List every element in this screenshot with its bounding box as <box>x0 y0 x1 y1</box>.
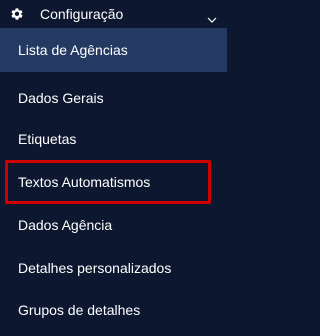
sidebar-item-label: Lista de Agências <box>18 42 128 58</box>
gear-icon <box>10 7 24 21</box>
sidebar-item-label: Detalhes personalizados <box>18 260 172 276</box>
sidebar-item-label: Grupos de detalhes <box>18 302 141 318</box>
sidebar-item-lista-de-agencias[interactable]: Lista de Agências <box>0 28 227 72</box>
sidebar-item-dados-agencia[interactable]: Dados Agência <box>0 205 227 245</box>
sidebar-item-etiquetas[interactable]: Etiquetas <box>0 119 227 159</box>
sidebar-item-dados-gerais[interactable]: Dados Gerais <box>0 78 227 118</box>
sidebar-item-label: Dados Agência <box>18 217 113 233</box>
sidebar-item-label: Textos Automatismos <box>18 174 151 190</box>
sidebar-item-grupos-de-detalhes[interactable]: Grupos de detalhes <box>0 290 227 330</box>
configuracao-label: Configuração <box>40 6 124 22</box>
sidebar-item-label: Etiquetas <box>18 131 77 147</box>
configuracao-menu-header[interactable]: Configuração <box>0 0 227 28</box>
chevron-down-icon[interactable] <box>207 10 217 23</box>
sidebar-item-label: Dados Gerais <box>18 90 104 106</box>
sidebar-item-textos-automatismos[interactable]: Textos Automatismos <box>0 162 227 202</box>
sidebar-item-detalhes-personalizados[interactable]: Detalhes personalizados <box>0 248 227 288</box>
sidebar-menu: Configuração Lista de Agências Dados Ger… <box>0 0 227 336</box>
